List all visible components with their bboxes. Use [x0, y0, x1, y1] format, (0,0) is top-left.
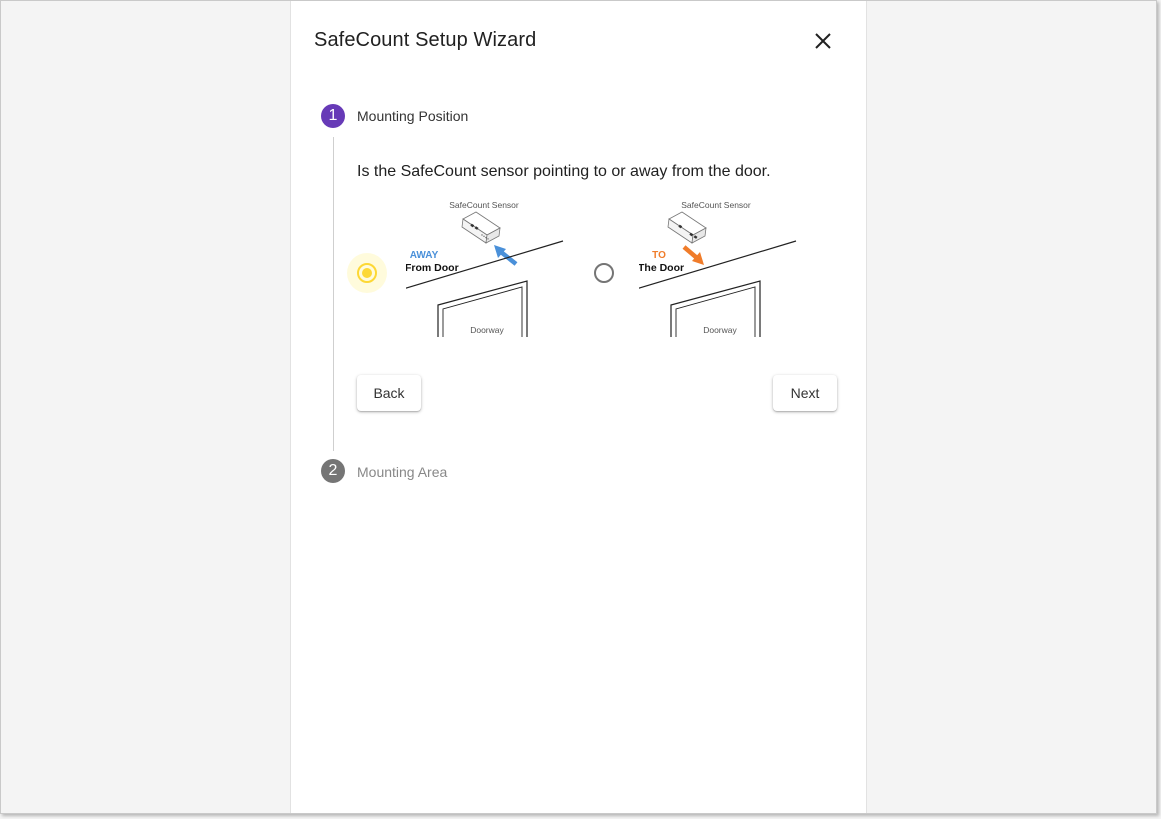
away-direction-word: AWAY — [410, 250, 439, 261]
mounting-question: Is the SafeCount sensor pointing to or a… — [357, 163, 771, 180]
to-the-door-illustration[interactable]: SafeCount Sensor TO The Door Doorway — [639, 197, 814, 337]
back-button[interactable]: Back — [357, 375, 421, 411]
to-sensor-label: SafeCount Sensor — [681, 200, 751, 210]
away-sensor-label: SafeCount Sensor — [449, 200, 519, 210]
next-button[interactable]: Next — [773, 375, 837, 411]
radio-to-outer — [594, 263, 614, 283]
setup-wizard-dialog: SafeCount Setup Wizard 1 Mounting Positi… — [290, 1, 867, 813]
sensor-device-icon — [667, 211, 707, 244]
to-direction-rest: The Door — [639, 262, 684, 274]
away-from-door-illustration[interactable]: SafeCount Sensor AWAY From Door Doorway — [406, 197, 581, 337]
step-1-label[interactable]: Mounting Position — [357, 108, 468, 124]
dialog-title: SafeCount Setup Wizard — [314, 29, 537, 51]
radio-away-outer — [357, 263, 377, 283]
to-door-label: Doorway — [703, 325, 737, 335]
app-window: SafeCount Setup Wizard 1 Mounting Positi… — [0, 0, 1157, 814]
sensor-device-icon — [461, 211, 501, 244]
close-button[interactable] — [810, 28, 836, 54]
radio-to-the-door[interactable] — [584, 253, 624, 293]
radio-away-from-door[interactable] — [347, 253, 387, 293]
stepper-connector — [333, 137, 334, 451]
radio-away-dot — [362, 268, 372, 278]
close-icon — [815, 33, 831, 49]
away-direction-rest: From Door — [406, 262, 459, 274]
step-1-number: 1 — [321, 104, 345, 128]
step-2-label[interactable]: Mounting Area — [357, 464, 447, 480]
to-arrow-icon — [682, 245, 704, 265]
step-2-number: 2 — [321, 459, 345, 483]
to-direction-word: TO — [652, 250, 666, 261]
away-door-label: Doorway — [470, 325, 504, 335]
